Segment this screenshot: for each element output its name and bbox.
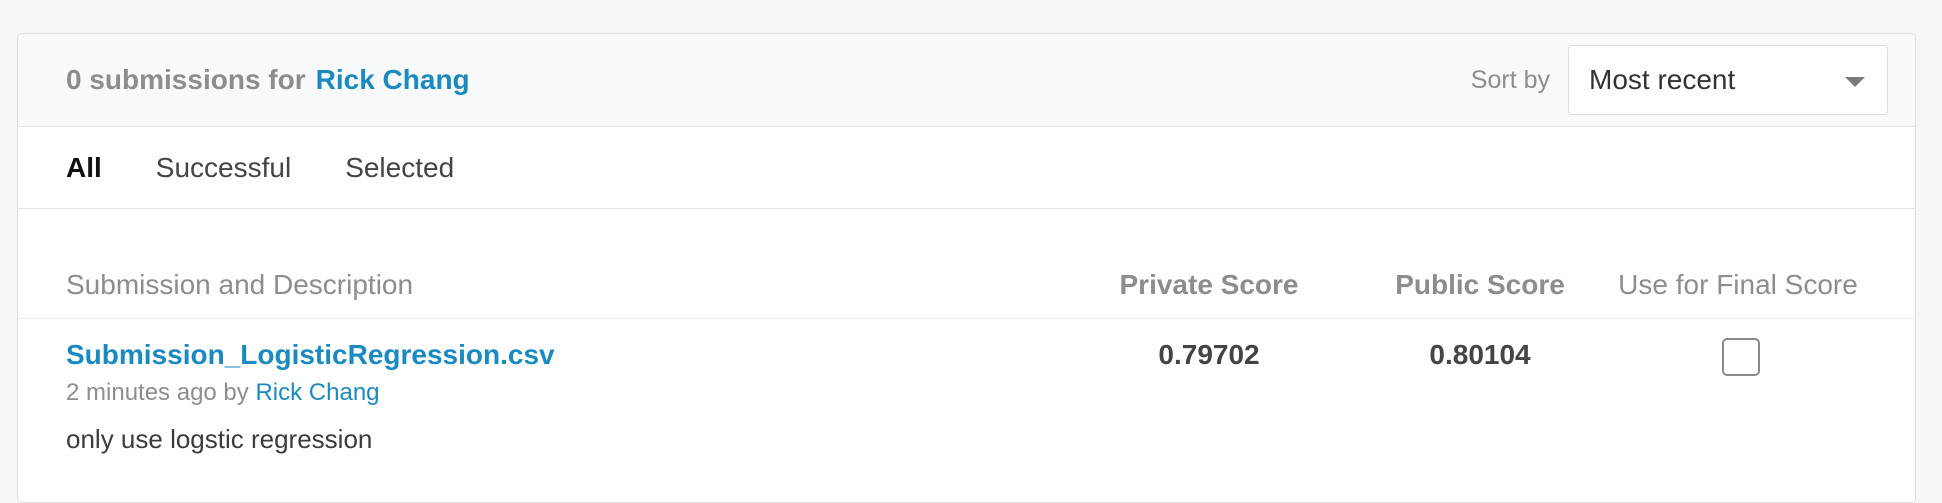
column-header-private-score[interactable]: Private Score xyxy=(1099,269,1319,301)
sort-label: Sort by xyxy=(1470,65,1550,94)
submission-meta: 2 minutes ago by Rick Chang xyxy=(66,379,380,407)
user-profile-link[interactable]: Rick Chang xyxy=(316,64,470,96)
public-score-value: 0.80104 xyxy=(1429,339,1531,370)
tab-all[interactable]: All xyxy=(66,152,102,184)
table-header: Submission and Description Private Score… xyxy=(18,209,1915,319)
submissions-title: 0 submissions for Rick Chang xyxy=(66,64,470,96)
column-header-final-score: Use for Final Score xyxy=(1618,269,1858,300)
submissions-header: 0 submissions for Rick Chang Sort by Mos… xyxy=(18,34,1915,127)
column-header-public-score[interactable]: Public Score xyxy=(1370,269,1590,301)
submission-author-link[interactable]: Rick Chang xyxy=(255,379,379,406)
chevron-down-icon xyxy=(1845,77,1865,87)
sort-dropdown[interactable]: Most recent xyxy=(1568,45,1888,115)
column-header-description: Submission and Description xyxy=(66,269,414,300)
tab-successful[interactable]: Successful xyxy=(156,152,291,184)
table-row: Submission_LogisticRegression.csv 2 minu… xyxy=(18,319,1915,479)
tab-selected[interactable]: Selected xyxy=(345,152,454,184)
submissions-panel: 0 submissions for Rick Chang Sort by Mos… xyxy=(17,33,1916,503)
submission-file-link[interactable]: Submission_LogisticRegression.csv xyxy=(66,339,555,371)
sort-control: Sort by Most recent xyxy=(1471,45,1888,115)
use-for-final-checkbox[interactable] xyxy=(1722,338,1760,376)
sort-selected-value: Most recent xyxy=(1589,64,1736,95)
submission-count-text: 0 submissions for xyxy=(66,64,306,95)
filter-tabs: All Successful Selected xyxy=(18,127,1915,209)
submissions-table: Submission and Description Private Score… xyxy=(18,209,1915,479)
private-score-value: 0.79702 xyxy=(1158,339,1260,370)
submission-description: only use logstic regression xyxy=(66,424,373,454)
submission-time: 2 minutes ago by xyxy=(66,379,249,406)
